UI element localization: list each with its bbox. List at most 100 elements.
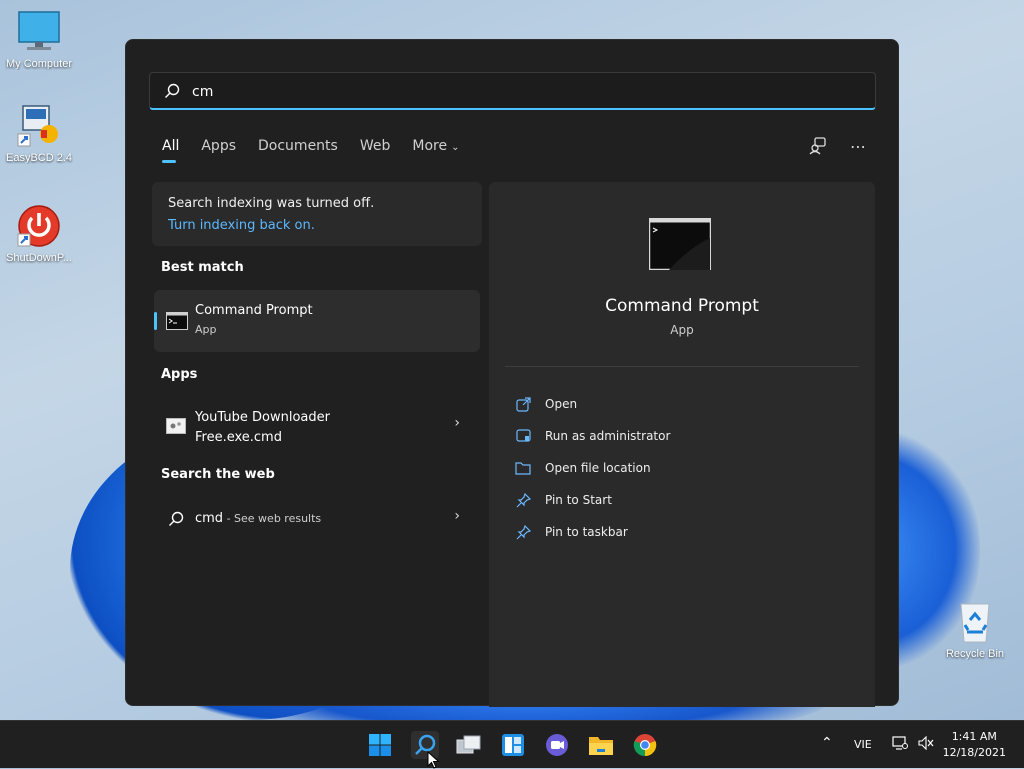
tab-more[interactable]: More ⌄ — [412, 138, 459, 154]
chrome-icon — [633, 734, 657, 757]
recycle-bin-icon — [953, 600, 997, 644]
network-icon — [892, 736, 908, 750]
easybcd-icon — [17, 104, 61, 148]
search-icon — [169, 511, 184, 526]
task-view-button[interactable] — [455, 731, 483, 759]
action-pin-to-taskbar[interactable]: Pin to taskbar — [513, 516, 670, 548]
language-indicator[interactable]: VIE — [854, 738, 872, 751]
ellipsis-icon: ⋯ — [850, 136, 866, 156]
clock-time: 1:41 AM — [951, 730, 997, 743]
indexing-notice-text: Search indexing was turned off. — [168, 196, 375, 211]
pin-icon — [513, 524, 533, 540]
best-match-heading: Best match — [161, 260, 244, 275]
volume-button[interactable] — [918, 735, 934, 753]
tab-web[interactable]: Web — [360, 138, 391, 154]
web-suffix: - See web results — [223, 512, 322, 525]
web-result-cmd[interactable]: cmd - See web results › — [154, 502, 480, 536]
desktop-icon-shutdown[interactable]: ShutDownP... — [0, 204, 78, 264]
best-match-type: App — [195, 323, 217, 336]
selection-indicator — [154, 312, 157, 330]
desktop-icon-label: ShutDownP... — [6, 252, 72, 264]
search-input[interactable] — [190, 79, 854, 105]
account-switch-button[interactable] — [808, 136, 828, 156]
start-button[interactable] — [366, 731, 394, 759]
app-result-name-line2: Free.exe.cmd — [195, 430, 282, 445]
tab-label: All — [162, 138, 180, 154]
detail-app-type: App — [670, 323, 694, 337]
desktop-icon-label: My Computer — [5, 58, 73, 70]
desktop-icon-easybcd[interactable]: EasyBCD 2.4 — [0, 104, 78, 164]
app-result-youtube-downloader[interactable]: YouTube Downloader Free.exe.cmd › — [154, 400, 480, 452]
action-label: Pin to Start — [545, 493, 612, 507]
search-panel: All Apps Documents Web More⌄ ⋯ Search in… — [125, 39, 899, 707]
best-match-name: Command Prompt — [195, 303, 313, 318]
chevron-up-icon: ⌃ — [821, 735, 833, 751]
network-button[interactable] — [892, 736, 908, 753]
detail-app-name: Command Prompt — [605, 296, 759, 316]
divider — [505, 366, 859, 367]
app-result-name: YouTube Downloader Free.exe.cmd — [195, 408, 330, 448]
desktop-icon-label: Recycle Bin — [945, 648, 1005, 660]
open-icon — [513, 396, 533, 412]
more-options-button[interactable]: ⋯ — [848, 136, 868, 156]
action-open-file-location[interactable]: Open file location — [513, 452, 670, 484]
task-view-icon — [456, 735, 481, 754]
volume-muted-icon — [918, 735, 934, 751]
taskbar: ⌃ VIE 1:41 AM 12/18/2021 — [0, 720, 1024, 768]
folder-icon — [589, 737, 613, 755]
action-pin-to-start[interactable]: Pin to Start — [513, 484, 670, 516]
tab-label: Apps — [201, 138, 237, 154]
folder-icon — [513, 460, 533, 476]
tab-label: Web — [359, 138, 391, 154]
chrome-button[interactable] — [631, 731, 659, 759]
chat-icon — [546, 734, 568, 756]
tab-apps[interactable]: Apps — [201, 138, 236, 154]
pin-icon — [513, 492, 533, 508]
search-toolbar: ⋯ — [808, 136, 868, 156]
chevron-right-icon[interactable]: › — [454, 508, 460, 524]
turn-indexing-on-link[interactable]: Turn indexing back on. — [168, 218, 315, 233]
action-run-as-admin[interactable]: Run as administrator — [513, 420, 670, 452]
chevron-right-icon[interactable]: › — [454, 415, 460, 431]
monitor-icon — [17, 10, 61, 54]
action-open[interactable]: Open — [513, 388, 670, 420]
clock-date: 12/18/2021 — [942, 746, 1006, 759]
indexing-notice: Search indexing was turned off. Turn ind… — [152, 182, 482, 246]
tab-all[interactable]: All — [162, 138, 180, 163]
best-match-item[interactable]: Command Prompt App — [154, 290, 480, 352]
desktop-icon-label: EasyBCD 2.4 — [5, 152, 73, 164]
desktop-icon-recycle-bin[interactable]: Recycle Bin — [936, 600, 1014, 660]
detail-pane: Command Prompt App Open Run as administr… — [489, 182, 875, 707]
tab-label: More — [412, 138, 448, 154]
chevron-down-icon: ⌄ — [451, 142, 460, 153]
file-explorer-button[interactable] — [587, 731, 615, 759]
apps-heading: Apps — [161, 367, 198, 382]
action-label: Open file location — [545, 461, 651, 475]
command-prompt-large-icon — [649, 218, 711, 270]
chat-button[interactable] — [543, 731, 571, 759]
web-result-text: cmd - See web results — [195, 511, 321, 526]
detail-actions: Open Run as administrator Open file loca… — [513, 388, 670, 548]
account-icon — [809, 137, 826, 155]
command-prompt-icon — [166, 312, 188, 330]
tab-label: Documents — [258, 138, 338, 154]
desktop-icon-my-computer[interactable]: My Computer — [0, 10, 78, 70]
action-label: Pin to taskbar — [545, 525, 628, 539]
cmd-file-icon — [166, 418, 186, 434]
search-web-heading: Search the web — [161, 467, 275, 482]
app-result-name-line1: YouTube Downloader — [195, 410, 330, 425]
widgets-button[interactable] — [499, 731, 527, 759]
search-box[interactable] — [149, 72, 876, 110]
search-icon — [165, 83, 180, 98]
widgets-icon — [502, 734, 524, 756]
show-hidden-icons-button[interactable]: ⌃ — [821, 735, 833, 751]
web-query: cmd — [195, 511, 224, 526]
clock[interactable]: 1:41 AM 12/18/2021 — [943, 729, 1006, 761]
shield-icon — [513, 428, 533, 444]
action-label: Run as administrator — [545, 429, 671, 443]
search-tabs: All Apps Documents Web More ⌄ — [162, 138, 481, 163]
action-label: Open — [545, 397, 578, 411]
tab-documents[interactable]: Documents — [258, 138, 338, 154]
windows-logo-icon — [369, 734, 391, 756]
power-icon — [17, 204, 61, 248]
